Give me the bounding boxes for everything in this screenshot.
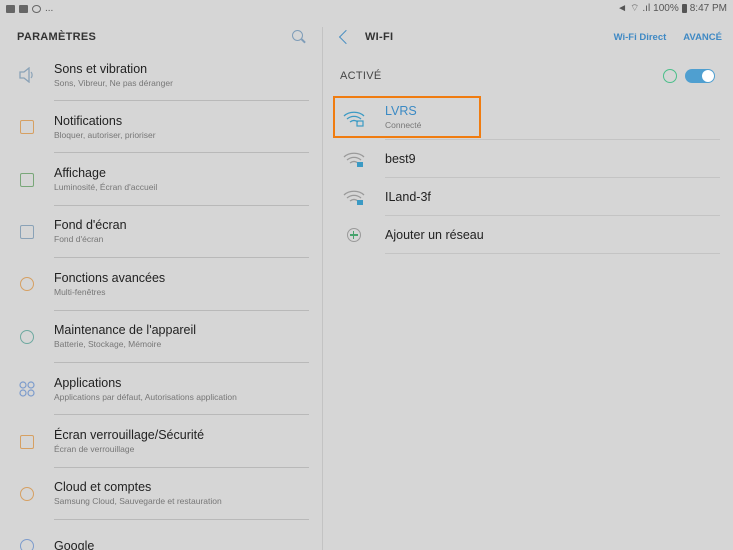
- settings-item-subtitle: Samsung Cloud, Sauvegarde et restauratio…: [54, 496, 222, 507]
- network-name: best9: [385, 151, 416, 166]
- wifi-signal-icon: ⌔: [629, 3, 640, 14]
- settings-item-title: Maintenance de l'appareil: [54, 323, 197, 338]
- network-item-iland3f[interactable]: ILand-3f: [323, 178, 733, 216]
- plus-icon: [323, 228, 385, 242]
- network-name: ILand-3f: [385, 189, 431, 204]
- settings-item-subtitle: Bloquer, autoriser, prioriser: [54, 129, 156, 140]
- settings-item-subtitle: Luminosité, Écran d'accueil: [54, 182, 158, 193]
- mute-icon: ◄: [617, 3, 627, 14]
- lock-icon: [0, 434, 54, 449]
- chat-icon: [32, 4, 41, 13]
- settings-item-title: Google: [54, 539, 95, 550]
- gallery-icon: [6, 4, 15, 13]
- network-item-lvrs[interactable]: LVRS Connecté: [323, 95, 733, 140]
- wifi-toggle[interactable]: [685, 69, 715, 83]
- settings-pane: PARAMÈTRES Sons et vibration Sons, Vibreu…: [0, 17, 322, 550]
- settings-item-lockscreen[interactable]: Écran verrouillage/Sécurité Écran de verr…: [0, 415, 322, 468]
- network-item-best9[interactable]: best9: [323, 140, 733, 178]
- settings-item-google[interactable]: Google: [0, 520, 322, 550]
- settings-item-subtitle: Batterie, Stockage, Mémoire: [54, 339, 162, 350]
- wallpaper-icon: [0, 224, 54, 239]
- settings-item-title: Écran verrouillage/Sécurité: [54, 428, 205, 443]
- settings-item-title: Fond d'écran: [54, 218, 127, 233]
- status-bar: ... ◄ ⌔ .ıl 100% 8:47 PM: [0, 0, 733, 17]
- settings-item-title: Sons et vibration: [54, 61, 148, 76]
- add-network-label: Ajouter un réseau: [385, 227, 484, 242]
- wifi-active-row[interactable]: ACTIVÉ: [323, 57, 733, 95]
- settings-menu: Sons et vibration Sons, Vibreur, Ne pas d…: [0, 49, 322, 550]
- settings-item-wallpaper[interactable]: Fond d'écran Fond d'écran: [0, 206, 322, 259]
- settings-item-sound[interactable]: Sons et vibration Sons, Vibreur, Ne pas d…: [0, 49, 322, 101]
- wifi-title: WI-FI: [365, 31, 394, 43]
- battery-percent: 100%: [653, 3, 679, 14]
- speaker-icon: [0, 67, 54, 83]
- youtube-icon: [19, 4, 28, 13]
- settings-item-title: Applications: [54, 375, 122, 390]
- settings-item-subtitle: Fond d'écran: [54, 234, 104, 245]
- settings-item-title: Cloud et comptes: [54, 480, 152, 495]
- search-icon[interactable]: [292, 30, 306, 44]
- settings-item-title: Affichage: [54, 166, 106, 181]
- back-arrow-icon[interactable]: [338, 29, 354, 45]
- status-circle-icon: [663, 69, 677, 83]
- network-list: LVRS Connecté best9 ILand-3f Ajouter un r…: [323, 95, 733, 254]
- settings-item-subtitle: Multi-fenêtres: [54, 286, 106, 297]
- key-icon: [0, 486, 54, 501]
- wifi-lock-icon: [323, 150, 385, 168]
- battery-icon: [681, 4, 687, 13]
- wifi-direct-button[interactable]: Wi-Fi Direct: [614, 32, 667, 43]
- wifi-header: WI-FI Wi-Fi Direct AVANCÉ: [323, 17, 733, 57]
- wifi-lock-icon: [323, 188, 385, 206]
- settings-item-advanced[interactable]: Fonctions avancées Multi-fenêtres: [0, 258, 322, 311]
- selection-highlight: [333, 96, 481, 138]
- settings-item-notifications[interactable]: Notifications Bloquer, autoriser, prioris…: [0, 101, 322, 154]
- add-network-item[interactable]: Ajouter un réseau: [323, 216, 733, 254]
- settings-item-subtitle: Sons, Vibreur, Ne pas déranger: [54, 77, 173, 88]
- status-more: ...: [45, 3, 54, 14]
- settings-item-cloud[interactable]: Cloud et comptes Samsung Cloud, Sauvegard…: [0, 468, 322, 521]
- cell-signal-icon: .ıl: [642, 3, 651, 14]
- status-right: ◄ ⌔ .ıl 100% 8:47 PM: [617, 2, 727, 15]
- settings-item-title: Notifications: [54, 113, 123, 128]
- display-icon: [0, 172, 54, 187]
- settings-item-subtitle: Applications par défaut, Autorisations a…: [54, 391, 237, 402]
- clock: 8:47 PM: [689, 3, 727, 14]
- notification-icon: [0, 120, 54, 135]
- settings-item-subtitle: Écran de verrouillage: [54, 444, 135, 455]
- settings-item-title: Fonctions avancées: [54, 270, 166, 285]
- maintenance-icon: [0, 329, 54, 344]
- gear-icon: [0, 277, 54, 292]
- wifi-active-label: ACTIVÉ: [340, 70, 382, 82]
- advanced-button[interactable]: AVANCÉ: [683, 32, 722, 43]
- google-icon: [0, 539, 54, 550]
- apps-icon: [0, 381, 54, 397]
- settings-item-applications[interactable]: Applications Applications par défaut, Aut…: [0, 363, 322, 416]
- settings-title: PARAMÈTRES: [17, 31, 97, 43]
- wifi-pane: WI-FI Wi-Fi Direct AVANCÉ ACTIVÉ LVRS Con…: [323, 17, 733, 550]
- status-left: ...: [6, 3, 53, 14]
- settings-item-display[interactable]: Affichage Luminosité, Écran d'accueil: [0, 153, 322, 206]
- settings-item-maintenance[interactable]: Maintenance de l'appareil Batterie, Stock…: [0, 311, 322, 363]
